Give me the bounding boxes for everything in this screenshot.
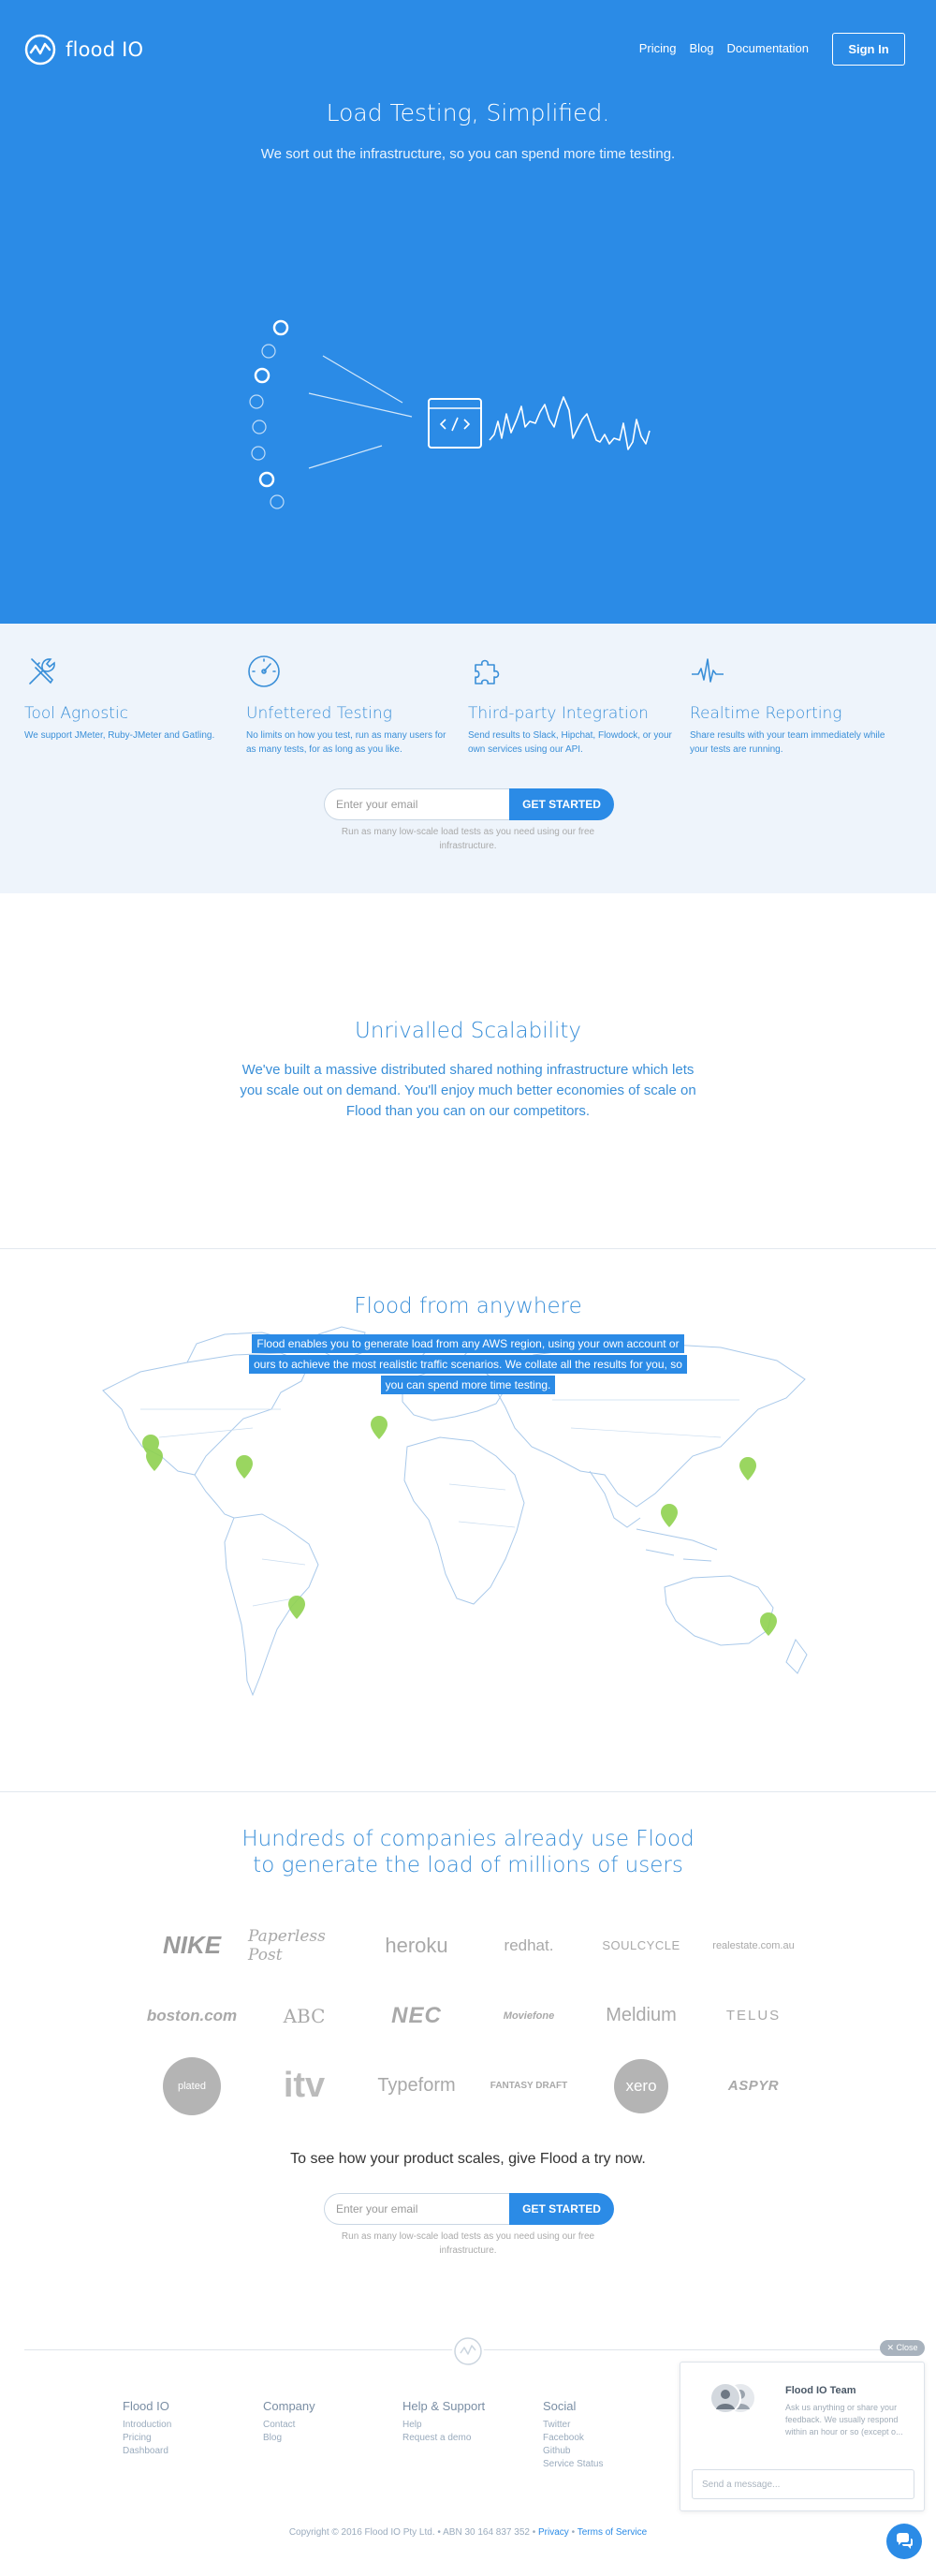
try-title: To see how your product scales, give Flo… — [290, 2151, 646, 2167]
brand-name: flood IO — [66, 38, 144, 61]
copyright-separator: • — [571, 2527, 576, 2538]
logo-plated: plated — [163, 2056, 221, 2115]
logo-wave-icon — [24, 34, 56, 66]
chat-team-name: Flood IO Team — [785, 2385, 856, 2396]
logo-meldium: Meldium — [606, 2005, 677, 2025]
customer-logos: NIKE Paperless Post heroku redhat. SOULC… — [136, 1910, 810, 2121]
chat-message-input[interactable]: Send a message... — [692, 2469, 914, 2499]
logo-telus: TELUS — [725, 2008, 782, 2024]
logo-redhat: redhat. — [504, 1936, 554, 1954]
signup-form-bottom: GET STARTED — [324, 2193, 614, 2225]
terms-link[interactable]: Terms of Service — [578, 2527, 647, 2538]
footer-link-pricing[interactable]: Pricing — [123, 2432, 244, 2445]
nav-pricing[interactable]: Pricing — [639, 41, 677, 55]
footer-column-company: Company Contact Blog — [263, 2399, 385, 2445]
copyright: Copyright © 2016 Flood IO Pty Ltd. • ABN… — [0, 2527, 936, 2538]
footer-heading: Social — [543, 2399, 577, 2413]
chat-close-button[interactable]: ✕ Close — [880, 2340, 925, 2356]
logo-soulcycle: SOULCYCLE — [602, 1938, 680, 1952]
chat-launcher-button[interactable] — [886, 2524, 922, 2559]
privacy-link[interactable]: Privacy — [538, 2527, 569, 2538]
footer-link-dashboard[interactable]: Dashboard — [123, 2445, 244, 2458]
logo-paperless-post: Paperless Post — [248, 1926, 326, 1965]
puzzle-icon — [475, 659, 500, 684]
footer-column-help: Help & Support Help Request a demo — [402, 2399, 524, 2445]
get-started-button[interactable]: GET STARTED — [509, 788, 614, 820]
footer-heading: Help & Support — [402, 2399, 486, 2413]
signup-note: Run as many low-scale load tests as you … — [341, 827, 595, 851]
footer-link-blog[interactable]: Blog — [263, 2432, 385, 2445]
section-divider — [0, 1248, 936, 1249]
footer-link-help[interactable]: Help — [402, 2419, 524, 2432]
team-avatars — [709, 2382, 756, 2414]
logo-typeform: Typeform — [377, 2075, 456, 2096]
pulse-icon — [692, 658, 724, 683]
footer-column-floodio: Flood IO Introduction Pricing Dashboard — [123, 2399, 244, 2458]
logo-xero: xero — [614, 2058, 668, 2113]
logo-boston: boston.com — [146, 2006, 238, 2024]
footer-heading: Flood IO — [123, 2399, 169, 2413]
footer-logo-icon — [452, 2335, 484, 2367]
logo-aspyr: ASPYR — [727, 2078, 780, 2094]
hero-subtitle: We sort out the infrastructure, so you c… — [260, 146, 676, 162]
chat-description: Ask us anything or share your feedback. … — [785, 2403, 903, 2436]
features-section: Tool Agnostic We support JMeter, Ruby-JM… — [0, 624, 936, 893]
chat-icon — [897, 2533, 913, 2549]
feature-unfettered-testing: Unfettered Testing No limits on how you … — [246, 654, 452, 757]
speedometer-icon — [248, 655, 280, 687]
feature-desc: We support JMeter, Ruby-JMeter and Gatli… — [24, 730, 215, 741]
scalability-text: We've built a massive distributed shared… — [240, 1062, 696, 1119]
sign-in-button[interactable]: Sign In — [832, 33, 905, 66]
logo-abc: ABC — [283, 2004, 326, 2027]
copyright-text: Copyright © 2016 Flood IO Pty Ltd. • ABN… — [288, 2527, 536, 2538]
nav-blog[interactable]: Blog — [690, 41, 714, 55]
nav-documentation[interactable]: Documentation — [727, 41, 809, 55]
footer-link-github[interactable]: Github — [543, 2445, 665, 2458]
feature-realtime-reporting: Realtime Reporting Share results with yo… — [690, 654, 896, 757]
map-text-highlight: Flood enables you to generate load from … — [249, 1334, 687, 1394]
map-title: Flood from anywhere — [354, 1294, 582, 1318]
tools-icon — [29, 658, 55, 684]
logo-itv: itv — [283, 2066, 326, 2105]
footer-link-request-demo[interactable]: Request a demo — [402, 2432, 524, 2445]
get-started-button[interactable]: GET STARTED — [509, 2193, 614, 2225]
footer-link-contact[interactable]: Contact — [263, 2419, 385, 2432]
footer-column-social: Social Twitter Facebook Github Service S… — [543, 2399, 665, 2471]
top-nav: Pricing Blog Documentation — [639, 41, 809, 55]
footer-link-twitter[interactable]: Twitter — [543, 2419, 665, 2432]
footer-link-service-status[interactable]: Service Status — [543, 2458, 665, 2471]
load-test-illustration — [249, 319, 651, 509]
logo-nec: NEC — [391, 2002, 442, 2028]
feature-desc: No limits on how you test, run as many u… — [246, 730, 446, 755]
feature-title: Realtime Reporting — [690, 704, 842, 723]
feature-title: Unfettered Testing — [246, 704, 392, 723]
companies-title: Hundreds of companies already use Flood … — [241, 1827, 695, 1877]
email-input[interactable] — [324, 2193, 509, 2225]
email-input[interactable] — [324, 788, 509, 820]
signup-form: GET STARTED — [324, 788, 614, 820]
brand-logo[interactable]: flood IO — [24, 34, 143, 66]
feature-title: Third-party Integration — [468, 704, 649, 723]
logo-fantasy-draft: FANTASY DRAFT — [490, 2081, 568, 2091]
hero-section: flood IO Pricing Blog Documentation Sign… — [0, 0, 936, 624]
feature-tool-agnostic: Tool Agnostic We support JMeter, Ruby-JM… — [24, 654, 230, 743]
signup-note: Run as many low-scale load tests as you … — [341, 2231, 595, 2256]
feature-title: Tool Agnostic — [24, 704, 129, 723]
hero-title: Load Testing, Simplified. — [326, 99, 610, 126]
footer-link-introduction[interactable]: Introduction — [123, 2419, 244, 2432]
feature-desc: Share results with your team immediately… — [690, 730, 885, 755]
footer-heading: Company — [263, 2399, 315, 2413]
chat-panel: Flood IO Team Ask us anything or share y… — [680, 2362, 925, 2511]
logo-moviefone: Moviefone — [503, 2009, 555, 2022]
logo-heroku: heroku — [385, 1933, 448, 1957]
footer-link-facebook[interactable]: Facebook — [543, 2432, 665, 2445]
feature-third-party-integration: Third-party Integration Send results to … — [468, 654, 674, 757]
map-text: Flood enables you to generate load from … — [248, 1333, 688, 1395]
feature-desc: Send results to Slack, Hipchat, Flowdock… — [468, 730, 672, 755]
logo-nike: NIKE — [162, 1931, 222, 1959]
logo-realestate: realestate.com.au — [712, 1939, 795, 1951]
section-divider — [0, 1791, 936, 1792]
scalability-title: Unrivalled Scalability — [354, 1019, 582, 1043]
